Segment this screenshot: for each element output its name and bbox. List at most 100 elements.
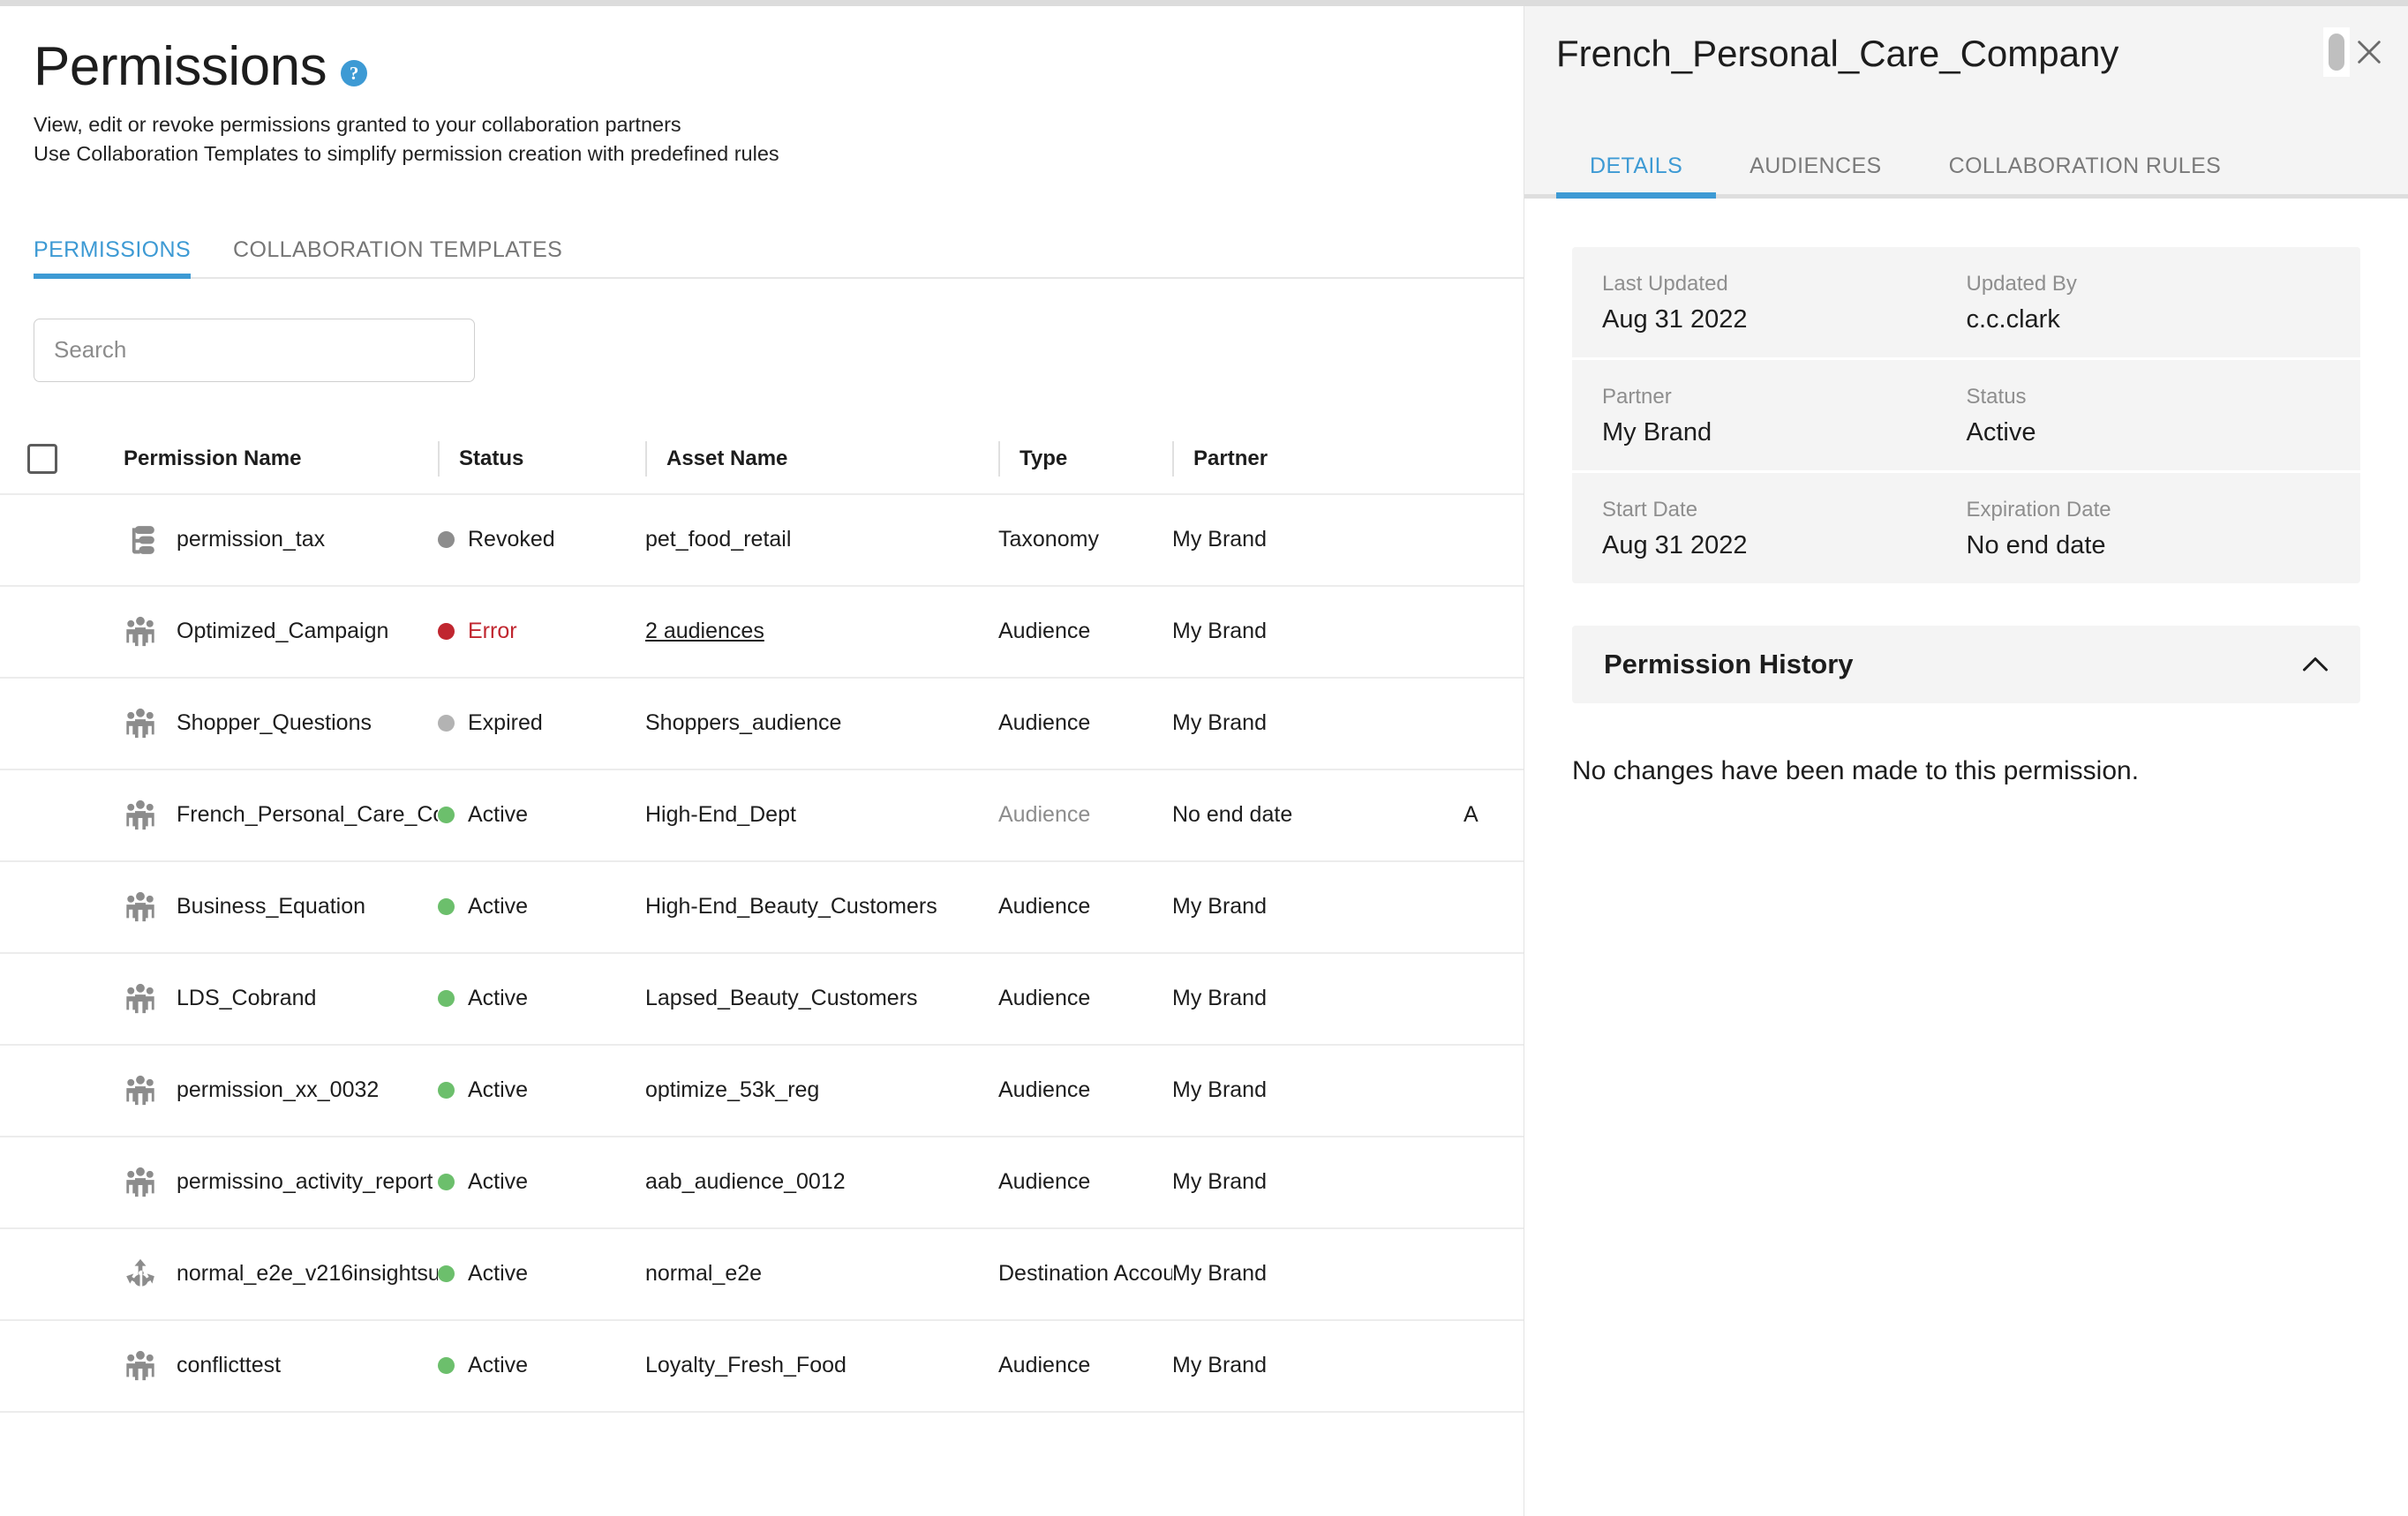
table-row[interactable]: Business_Equation Active High-End_Beauty_C… bbox=[0, 862, 1524, 954]
status-dot bbox=[438, 1082, 455, 1099]
partner-label: My Brand bbox=[1172, 1261, 1267, 1287]
search-input[interactable] bbox=[34, 318, 475, 382]
table-row[interactable]: conflicttest Active Loyalty_Fresh_Food Audi… bbox=[0, 1321, 1524, 1413]
table-row[interactable]: Optimized_Campaign Error 2 audiences Audien… bbox=[0, 587, 1524, 679]
cell-permission-name[interactable]: LDS_Cobrand bbox=[85, 982, 438, 1016]
asset-label: Loyalty_Fresh_Food bbox=[645, 1353, 847, 1378]
asset-label: Lapsed_Beauty_Customers bbox=[645, 986, 918, 1011]
cell-type: Audience bbox=[998, 894, 1172, 919]
permission-history-toggle[interactable]: Permission History bbox=[1572, 626, 2360, 703]
cell-type: Audience bbox=[998, 1353, 1172, 1378]
cell-asset-name: aab_audience_0012 bbox=[645, 1169, 998, 1195]
cell-status: Active bbox=[438, 1169, 645, 1195]
partner-label: My Brand bbox=[1172, 1353, 1267, 1378]
panel-tab-collaboration-rules[interactable]: COLLABORATION RULES bbox=[1915, 154, 2255, 199]
tab-collaboration-templates[interactable]: COLLABORATION TEMPLATES bbox=[212, 237, 583, 279]
type-label: Destination Account bbox=[998, 1261, 1172, 1287]
page-subtitle-line-2: Use Collaboration Templates to simplify … bbox=[34, 142, 779, 166]
permission-history-title: Permission History bbox=[1604, 649, 1854, 679]
overflow-label: A bbox=[1464, 802, 1479, 828]
page-header: Permissions ? View, edit or revoke permi… bbox=[0, 6, 1524, 169]
table-row[interactable]: LDS_Cobrand Active Lapsed_Beauty_Customers… bbox=[0, 954, 1524, 1046]
cell-permission-name[interactable]: French_Personal_Care_Com bbox=[85, 799, 438, 832]
col-header-partner[interactable]: Partner bbox=[1172, 440, 1464, 477]
cell-status: Revoked bbox=[438, 527, 645, 552]
status-label: Active bbox=[468, 1077, 529, 1103]
search-area bbox=[0, 279, 1524, 382]
table-header-row: Permission Name Status Asset Name Type P… bbox=[0, 424, 1524, 495]
permission-history-empty: No changes have been made to this permis… bbox=[1572, 756, 2140, 785]
audience-icon bbox=[124, 890, 157, 924]
page-subtitle: View, edit or revoke permissions granted… bbox=[34, 110, 1524, 169]
cell-partner: No end date bbox=[1172, 802, 1464, 828]
asset-label: Shoppers_audience bbox=[645, 710, 842, 736]
asset-label: aab_audience_0012 bbox=[645, 1169, 846, 1195]
audience-icon bbox=[124, 1349, 157, 1383]
status-label: Revoked bbox=[468, 527, 555, 552]
permission-name-label: normal_e2e_v216insightsub bbox=[177, 1261, 438, 1287]
cell-type: Audience bbox=[998, 1077, 1172, 1103]
cell-permission-name[interactable]: Optimized_Campaign bbox=[85, 615, 438, 649]
partner-label: My Brand bbox=[1172, 1169, 1267, 1195]
col-header-asset-name[interactable]: Asset Name bbox=[645, 440, 998, 477]
panel-tab-details[interactable]: DETAILS bbox=[1556, 154, 1717, 199]
type-label: Taxonomy bbox=[998, 527, 1099, 552]
cell-permission-name[interactable]: Shopper_Questions bbox=[85, 707, 438, 740]
status-dot bbox=[438, 531, 455, 549]
cell-permission-name[interactable]: conflicttest bbox=[85, 1349, 438, 1383]
cell-status: Active bbox=[438, 1261, 645, 1287]
detail-card: Last Updated Aug 31 2022 Updated By c.c.… bbox=[1572, 247, 2360, 583]
cell-permission-name[interactable]: permissino_activity_report bbox=[85, 1166, 438, 1199]
status-label: Active bbox=[468, 894, 529, 919]
col-header-type[interactable]: Type bbox=[998, 440, 1172, 477]
detail-panel-title: French_Personal_Care_Company bbox=[1556, 33, 2119, 74]
cell-permission-name[interactable]: permission_tax bbox=[85, 523, 438, 557]
partner-label: My Brand bbox=[1172, 527, 1267, 552]
panel-tab-audiences[interactable]: AUDIENCES bbox=[1716, 154, 1915, 199]
cell-type: Audience bbox=[998, 710, 1172, 736]
cell-asset-name[interactable]: 2 audiences bbox=[645, 619, 998, 644]
cell-type: Audience bbox=[998, 1169, 1172, 1195]
asset-link[interactable]: 2 audiences bbox=[645, 619, 764, 643]
cell-asset-name: High-End_Beauty_Customers bbox=[645, 894, 998, 919]
detail-row: Last Updated Aug 31 2022 Updated By c.c.… bbox=[1572, 247, 2360, 360]
main-tabs: PERMISSIONS COLLABORATION TEMPLATES bbox=[0, 215, 1524, 279]
cell-permission-name[interactable]: permission_xx_0032 bbox=[85, 1074, 438, 1107]
cell-partner: My Brand bbox=[1172, 1169, 1464, 1195]
taxonomy-icon bbox=[124, 523, 157, 557]
permission-name-label: Business_Equation bbox=[177, 894, 366, 919]
table-row[interactable]: permission_xx_0032 Active optimize_53k_reg… bbox=[0, 1046, 1524, 1137]
audience-icon bbox=[124, 707, 157, 740]
cell-permission-name[interactable]: Business_Equation bbox=[85, 890, 438, 924]
status-label: Active bbox=[468, 1261, 529, 1287]
table-row[interactable]: normal_e2e_v216insightsub Active normal_e2… bbox=[0, 1229, 1524, 1321]
detail-panel-tabs: DETAILS AUDIENCES COLLABORATION RULES bbox=[1524, 121, 2408, 199]
page-title: Permissions bbox=[34, 36, 327, 97]
cell-type: Audience bbox=[998, 802, 1172, 828]
col-header-status[interactable]: Status bbox=[438, 440, 645, 477]
detail-panel-body: Last Updated Aug 31 2022 Updated By c.c.… bbox=[1524, 199, 2408, 786]
table-row[interactable]: Shopper_Questions Expired Shoppers_audienc… bbox=[0, 679, 1524, 770]
select-all-checkbox[interactable] bbox=[27, 443, 57, 474]
detail-panel-header: French_Personal_Care_Company DETAILS AUD… bbox=[1524, 6, 2408, 199]
cell-permission-name[interactable]: normal_e2e_v216insightsub bbox=[85, 1257, 438, 1291]
permission-name-label: conflicttest bbox=[177, 1353, 282, 1378]
table-row[interactable]: permissino_activity_report Active aab_audi… bbox=[0, 1137, 1524, 1229]
detail-value: Active bbox=[1966, 418, 2036, 447]
col-header-permission-name[interactable]: Permission Name bbox=[85, 447, 438, 471]
table-row[interactable]: permission_tax Revoked pet_food_retail Taxo… bbox=[0, 495, 1524, 587]
cell-type: Audience bbox=[998, 986, 1172, 1011]
partner-label: My Brand bbox=[1172, 619, 1267, 644]
tab-permissions[interactable]: PERMISSIONS bbox=[34, 237, 212, 279]
status-dot bbox=[438, 1357, 455, 1375]
audience-icon bbox=[124, 1166, 157, 1199]
detail-panel: French_Personal_Care_Company DETAILS AUD… bbox=[1524, 6, 2408, 1516]
cell-partner: My Brand bbox=[1172, 1261, 1464, 1287]
status-dot bbox=[438, 807, 455, 824]
cell-partner: My Brand bbox=[1172, 894, 1464, 919]
help-icon[interactable]: ? bbox=[341, 60, 368, 86]
window-top-strip bbox=[0, 0, 2408, 6]
table-row[interactable]: French_Personal_Care_Com Active High-End_D… bbox=[0, 770, 1524, 862]
cell-type: Taxonomy bbox=[998, 527, 1172, 552]
close-icon[interactable] bbox=[2346, 29, 2392, 75]
